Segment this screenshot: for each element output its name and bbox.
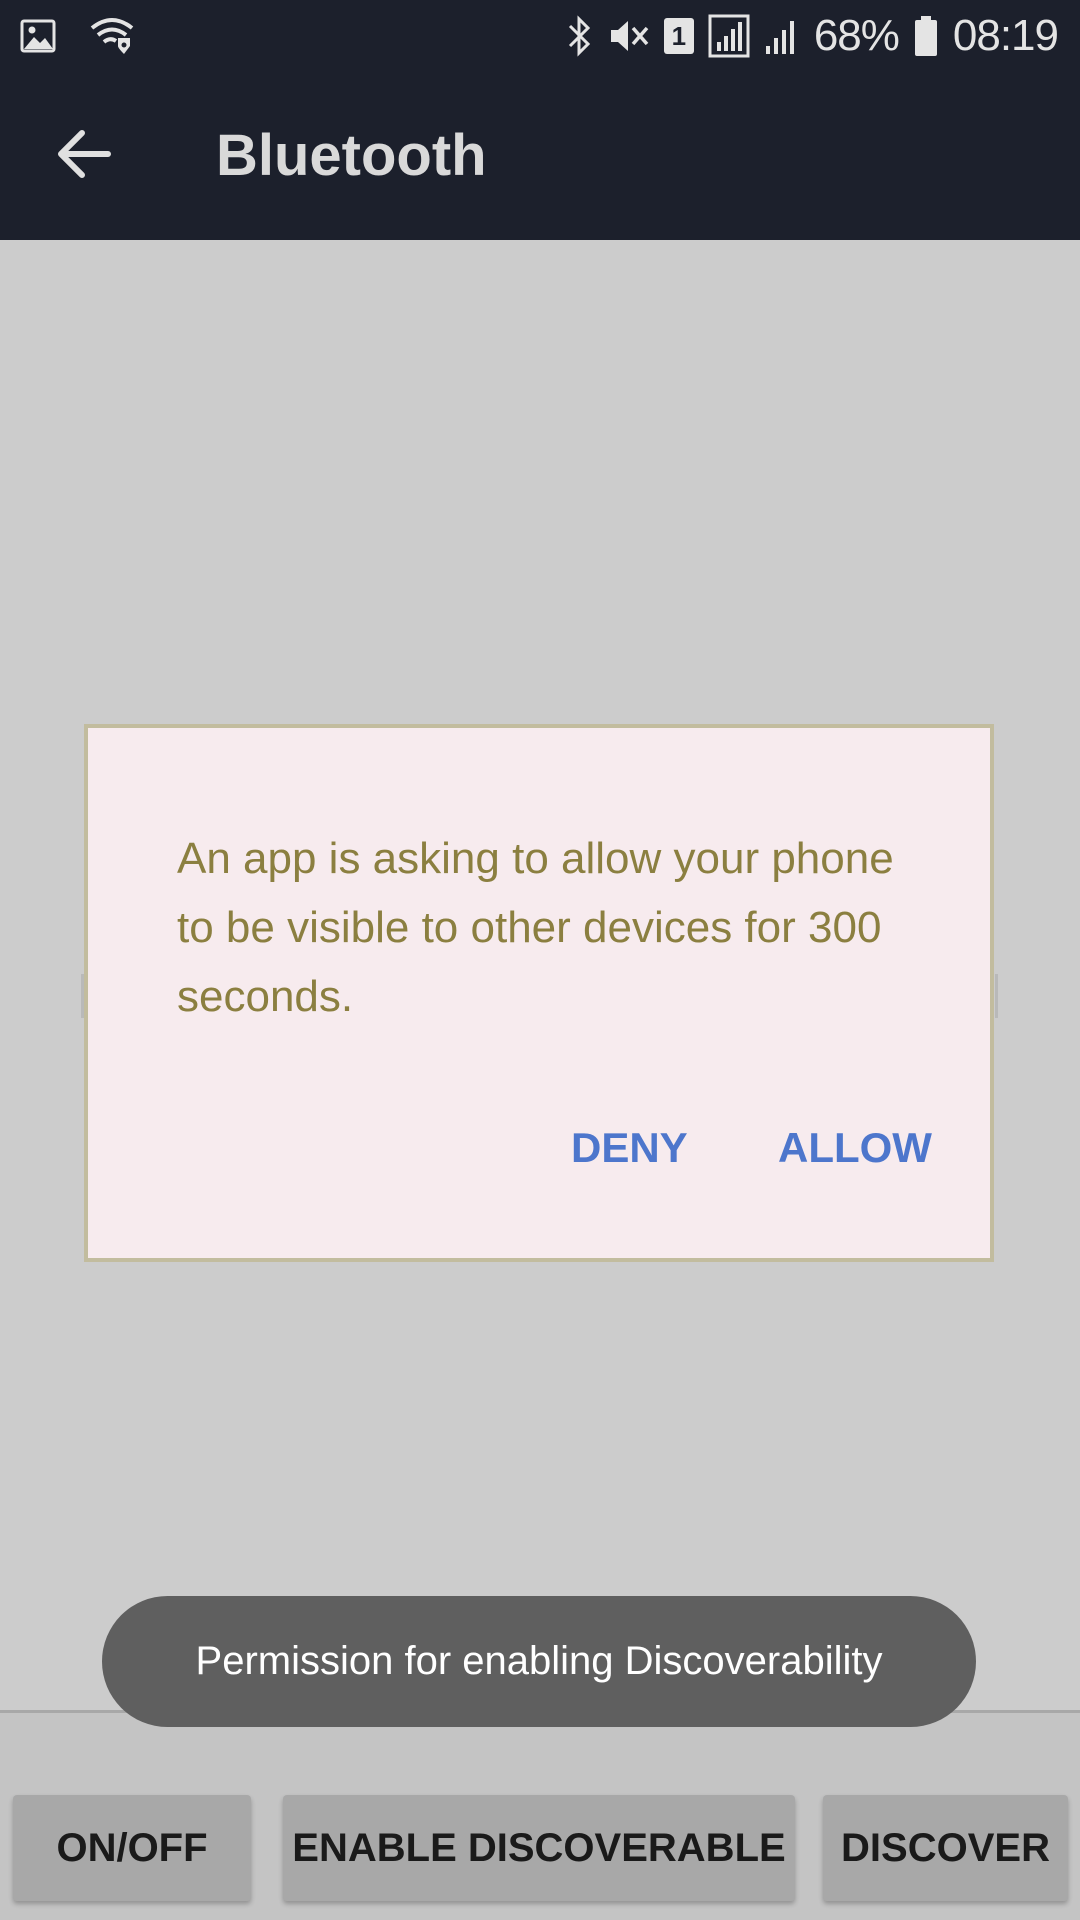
deny-button[interactable]: DENY bbox=[571, 1124, 688, 1172]
bluetooth-icon bbox=[568, 15, 590, 57]
mute-icon bbox=[610, 21, 649, 51]
wifi-icon bbox=[90, 18, 134, 54]
permission-dialog: An app is asking to allow your phone to … bbox=[84, 724, 994, 1262]
enable-discoverable-button[interactable]: ENABLE DISCOVERABLE bbox=[283, 1795, 795, 1901]
clock: 08:19 bbox=[952, 11, 1059, 60]
sim-label: 1 bbox=[671, 20, 687, 51]
allow-button[interactable]: ALLOW bbox=[778, 1124, 932, 1172]
app-bar: Bluetooth bbox=[0, 72, 1080, 240]
discover-button[interactable]: DISCOVER bbox=[823, 1795, 1068, 1901]
on-off-button[interactable]: ON/OFF bbox=[13, 1795, 251, 1901]
status-left-icons bbox=[20, 16, 134, 56]
signal-icon bbox=[708, 14, 750, 58]
dialog-message: An app is asking to allow your phone to … bbox=[177, 834, 894, 1021]
image-icon bbox=[20, 19, 56, 53]
arrow-left-icon[interactable] bbox=[52, 122, 116, 186]
divider bbox=[995, 974, 998, 1018]
signal-icon bbox=[765, 21, 794, 54]
battery-icon bbox=[914, 16, 937, 56]
battery-percentage: 68% bbox=[813, 11, 900, 60]
status-bar: 1 68% 08:19 bbox=[0, 0, 1080, 72]
toast-message: Permission for enabling Discoverability bbox=[102, 1596, 976, 1727]
status-right-icons: 1 68% 08:19 bbox=[566, 8, 1059, 64]
page-title: Bluetooth bbox=[216, 123, 487, 188]
sim1-icon: 1 bbox=[663, 18, 694, 54]
